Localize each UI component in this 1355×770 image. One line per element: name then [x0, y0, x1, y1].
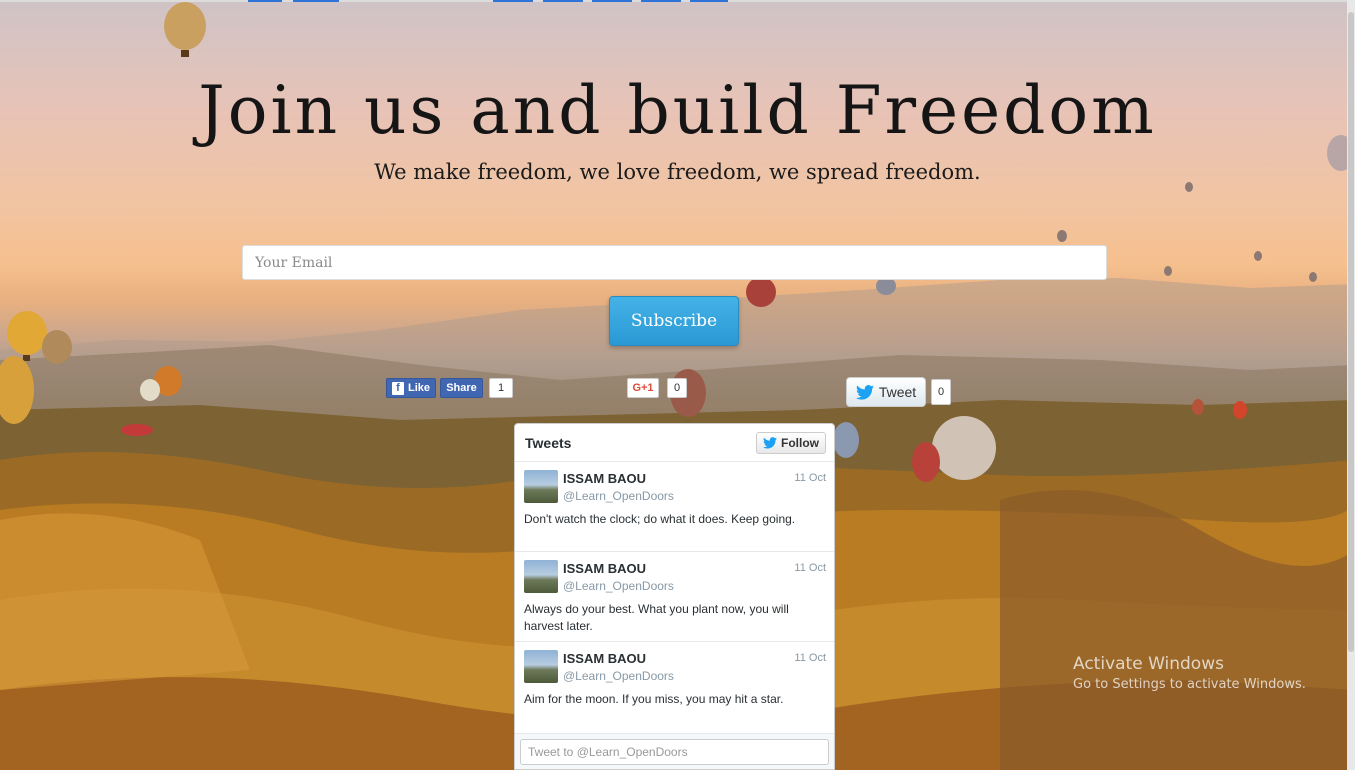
avatar[interactable]: [524, 470, 558, 503]
balloon-icon: [746, 277, 776, 307]
hero-title: Join us and build Freedom: [198, 72, 1157, 149]
balloon-icon: [0, 356, 34, 424]
google-plus-button[interactable]: G+1: [627, 378, 659, 398]
avatar[interactable]: [524, 560, 558, 593]
balloon-icon: [1192, 399, 1204, 415]
timeline-footer: Tweet to @Learn_OpenDoors: [515, 734, 834, 769]
activate-windows-watermark: Activate Windows Go to Settings to activ…: [1073, 654, 1306, 692]
tweet-text: Always do your best. What you plant now,…: [524, 602, 789, 633]
twitter-bird-icon: [855, 384, 874, 400]
tweet-author-handle[interactable]: @Learn_OpenDoors: [563, 489, 674, 503]
tweet-item[interactable]: ISSAM BAOU @Learn_OpenDoors 11 Oct Alway…: [515, 552, 834, 642]
balloon-icon: [164, 2, 206, 57]
tweet-date[interactable]: 11 Oct: [794, 652, 826, 664]
tweet-author-name[interactable]: ISSAM BAOU: [563, 471, 646, 486]
balloon-icon: [42, 330, 72, 364]
balloon-icon: [932, 416, 996, 480]
balloon-icon: [1057, 230, 1067, 242]
tweet-date[interactable]: 11 Oct: [794, 562, 826, 574]
facebook-share-label: Share: [446, 382, 477, 394]
balloon-icon: [121, 424, 153, 436]
tweet-compose-box[interactable]: Tweet to @Learn_OpenDoors: [520, 739, 829, 765]
facebook-share-count: 1: [489, 378, 513, 398]
balloon-icon: [1309, 272, 1317, 282]
watermark-line2: Go to Settings to activate Windows.: [1073, 677, 1306, 692]
balloon-icon: [7, 311, 47, 361]
hero-subtitle: We make freedom, we love freedom, we spr…: [374, 160, 981, 184]
tweet-author-name[interactable]: ISSAM BAOU: [563, 651, 646, 666]
tweet-author-name[interactable]: ISSAM BAOU: [563, 561, 646, 576]
tweet-count: 0: [931, 379, 951, 405]
tweet-button[interactable]: Tweet: [846, 377, 926, 407]
facebook-like-button[interactable]: f Like: [386, 378, 436, 398]
tweet-item[interactable]: ISSAM BAOU @Learn_OpenDoors 11 Oct Don't…: [515, 462, 834, 552]
page-scrollbar[interactable]: [1347, 0, 1355, 770]
tweet-author-handle[interactable]: @Learn_OpenDoors: [563, 669, 674, 683]
follow-label: Follow: [781, 435, 819, 450]
tweet-text: Aim for the moon. If you miss, you may h…: [524, 692, 784, 706]
google-plus-count: 0: [667, 378, 687, 398]
subscribe-button[interactable]: Subscribe: [609, 296, 739, 346]
tweet-item[interactable]: ISSAM BAOU @Learn_OpenDoors 11 Oct Aim f…: [515, 642, 834, 734]
balloon-icon: [1254, 251, 1262, 261]
tweet-date[interactable]: 11 Oct: [794, 472, 826, 484]
follow-button[interactable]: Follow: [756, 431, 826, 454]
tweet-author-handle[interactable]: @Learn_OpenDoors: [563, 579, 674, 593]
twitter-bird-icon: [763, 436, 777, 449]
facebook-like-label: Like: [407, 382, 430, 394]
scrollbar-thumb[interactable]: [1348, 12, 1354, 652]
facebook-icon: f: [392, 381, 404, 395]
balloon-icon: [912, 442, 940, 482]
twitter-timeline-widget[interactable]: Tweets Follow ISSAM BAOU @Learn_OpenDoor…: [514, 423, 835, 770]
timeline-header: Tweets Follow: [515, 424, 834, 462]
balloon-icon: [1164, 266, 1172, 276]
avatar[interactable]: [524, 650, 558, 683]
tweet-label: Tweet: [878, 384, 917, 400]
email-input[interactable]: [242, 245, 1107, 280]
facebook-share-button[interactable]: Share: [440, 378, 483, 398]
balloon-icon: [1233, 401, 1247, 419]
tweet-text: Don't watch the clock; do what it does. …: [524, 512, 796, 526]
timeline-title: Tweets: [525, 434, 572, 451]
balloon-icon: [833, 422, 859, 458]
balloon-icon: [140, 379, 160, 401]
watermark-line1: Activate Windows: [1073, 654, 1224, 674]
